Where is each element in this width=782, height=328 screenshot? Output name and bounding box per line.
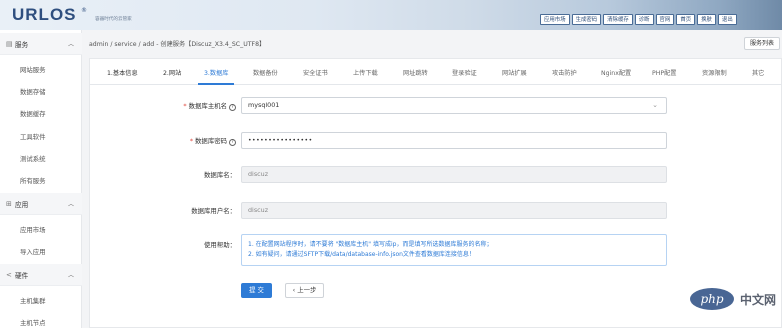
active-tab-indicator <box>198 83 234 85</box>
db-host-label: * 数据库主机名? <box>96 101 236 111</box>
sidebar-group-label: 服务 <box>15 40 29 49</box>
db-name-label: 数据库名： <box>204 171 236 179</box>
top-nav: 应用市场 生成密码 清除缓存 诊断 官网 首页 换肤 退出 <box>540 14 737 25</box>
sidebar-item-test-system[interactable]: 测试系统 <box>20 154 46 163</box>
sidebar: ▤ 服务 ︿ 网站服务 数据存储 数据缓存 工具软件 测试系统 所有服务 ⊞ 应… <box>0 30 82 328</box>
sidebar-group-label: 应用 <box>15 200 29 209</box>
tab-php-config[interactable]: PHP配置 <box>652 68 677 77</box>
sidebar-item-host-node[interactable]: 主机节点 <box>20 318 46 327</box>
nav-diagnose[interactable]: 诊断 <box>634 14 654 25</box>
grid-icon: ⊞ <box>6 199 12 208</box>
tab-database[interactable]: 3.数据库 <box>204 68 228 77</box>
sidebar-group-hardware[interactable]: < 硬件 ︿ <box>0 264 82 286</box>
help-box: 1. 在配置网站程序时，请不要将 "数据库主机" 填写成ip，而是填写所选数据库… <box>241 234 667 266</box>
tab-resource-limit[interactable]: 资源限制 <box>702 68 727 77</box>
nav-clear-cache[interactable]: 清除缓存 <box>603 14 633 25</box>
chevron-up-icon: ︿ <box>67 41 74 48</box>
tab-site-extension[interactable]: 网站扩展 <box>502 68 527 77</box>
php-logo: php <box>690 288 734 310</box>
db-password-label: * 数据库密码? <box>96 136 236 146</box>
help-circle-icon[interactable]: ? <box>229 138 236 146</box>
sidebar-group-service[interactable]: ▤ 服务 ︿ <box>0 33 82 55</box>
breadcrumb: admin / service / add - 创建服务【Discuz_X3.4… <box>89 41 266 48</box>
slogan: 容器时代的云管家 <box>95 17 132 22</box>
db-user-field: discuz <box>241 202 667 219</box>
tab-nginx-config[interactable]: Nginx配置 <box>601 68 631 77</box>
submit-button[interactable]: 提 交 <box>241 283 272 298</box>
sidebar-group-apps[interactable]: ⊞ 应用 ︿ <box>0 193 82 215</box>
help-line: 1. 在配置网站程序时，请不要将 "数据库主机" 填写成ip，而是填写所选数据库… <box>248 241 493 248</box>
sidebar-item-tools[interactable]: 工具软件 <box>20 132 46 141</box>
sidebar-item-host-cluster[interactable]: 主机集群 <box>20 296 46 305</box>
tab-url-redirect[interactable]: 网址跳转 <box>403 68 428 77</box>
tab-basic-info[interactable]: 1.基本信息 <box>107 68 138 77</box>
sidebar-item-data-cache[interactable]: 数据缓存 <box>20 109 46 118</box>
db-name-field: discuz <box>241 166 667 183</box>
top-header: URLOS ® 容器时代的云管家 应用市场 生成密码 清除缓存 诊断 官网 首页… <box>0 0 782 30</box>
tab-login-verify[interactable]: 登录验证 <box>452 68 477 77</box>
chevron-down-icon: ⌄ <box>652 101 658 109</box>
sidebar-item-data-storage[interactable]: 数据存储 <box>20 87 46 96</box>
chevron-up-icon: ︿ <box>67 201 74 208</box>
nav-app-market[interactable]: 应用市场 <box>540 14 570 25</box>
help-label: 使用帮助： <box>204 241 236 249</box>
help-line: 2. 如有疑问，请通过SFTP下载/data/database-info.jso… <box>248 251 475 258</box>
tab-bar: 1.基本信息 2.网站 3.数据库 数据备份 安全证书 上传下载 网址跳转 登录… <box>90 59 782 85</box>
sidebar-item-web-service[interactable]: 网站服务 <box>20 65 46 74</box>
help-circle-icon[interactable]: ? <box>229 103 236 111</box>
watermark-text: 中文网 <box>740 292 777 307</box>
sidebar-item-import-app[interactable]: 导入应用 <box>20 247 46 256</box>
previous-step-button[interactable]: ‹ 上一步 <box>285 283 324 298</box>
nav-change-skin[interactable]: 换肤 <box>697 14 716 25</box>
server-icon: ▤ <box>6 39 13 48</box>
db-user-label: 数据库用户名： <box>191 207 236 215</box>
nav-home[interactable]: 首页 <box>676 14 696 25</box>
db-password-field[interactable]: •••••••••••••••• <box>241 132 667 149</box>
sidebar-group-label: 硬件 <box>15 271 29 280</box>
tab-other[interactable]: 其它 <box>752 68 764 77</box>
db-host-select[interactable]: mysql001 ⌄ <box>241 97 667 114</box>
tab-website[interactable]: 2.网站 <box>163 68 181 77</box>
sidebar-item-all-services[interactable]: 所有服务 <box>20 176 46 185</box>
chevron-up-icon: ︿ <box>67 272 74 279</box>
nav-generate-password[interactable]: 生成密码 <box>571 14 602 25</box>
tab-data-backup[interactable]: 数据备份 <box>253 68 278 77</box>
tab-upload-download[interactable]: 上传下载 <box>353 68 378 77</box>
nav-logout[interactable]: 退出 <box>717 14 737 25</box>
tab-attack-protection[interactable]: 攻击防护 <box>552 68 577 77</box>
tab-ssl-cert[interactable]: 安全证书 <box>303 68 328 77</box>
urlos-logo[interactable]: URLOS <box>12 5 77 25</box>
registered-mark: ® <box>81 7 87 14</box>
service-list-button[interactable]: 服务列表 <box>744 37 781 50</box>
share-icon: < <box>6 270 12 279</box>
php-cn-watermark: php 中文网 <box>690 288 776 310</box>
nav-official-site[interactable]: 官网 <box>655 14 675 25</box>
sidebar-item-app-market[interactable]: 应用市场 <box>20 225 46 234</box>
